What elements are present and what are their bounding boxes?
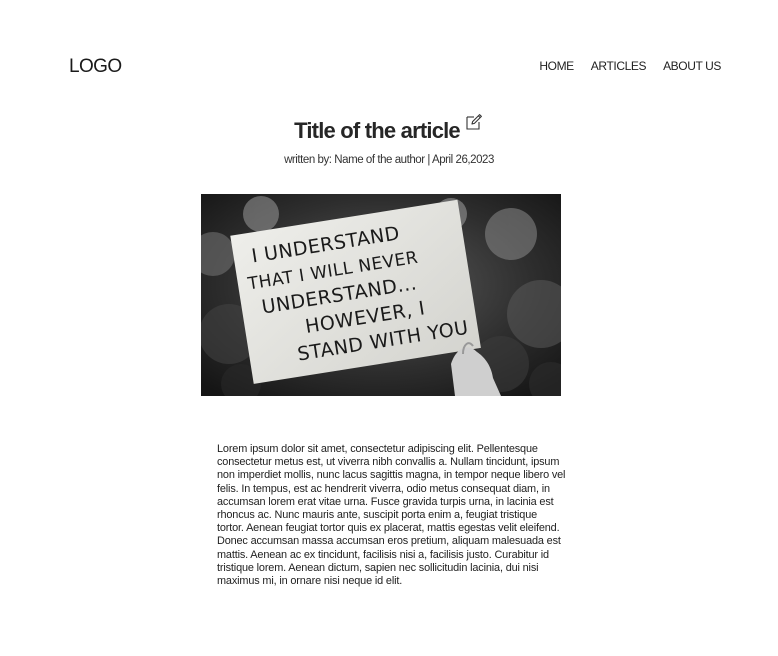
- article-title-row: Title of the article: [0, 112, 778, 144]
- nav-home-link[interactable]: HOME: [539, 59, 574, 73]
- nav-about-us-link[interactable]: ABOUT US: [663, 59, 721, 73]
- article-hero-image: I UNDERSTAND THAT I WILL NEVER UNDERSTAN…: [201, 194, 561, 396]
- edit-icon[interactable]: [464, 112, 484, 132]
- protest-sign-photo: I UNDERSTAND THAT I WILL NEVER UNDERSTAN…: [201, 194, 561, 396]
- nav-articles-link[interactable]: ARTICLES: [591, 59, 647, 73]
- article-body: Lorem ipsum dolor sit amet, consectetur …: [217, 443, 566, 588]
- article-byline: written by: Name of the author | April 2…: [284, 154, 494, 166]
- main-nav: HOME ARTICLES ABOUT US: [539, 59, 721, 73]
- site-logo[interactable]: LOGO: [69, 56, 122, 78]
- article-title: Title of the article: [294, 118, 461, 143]
